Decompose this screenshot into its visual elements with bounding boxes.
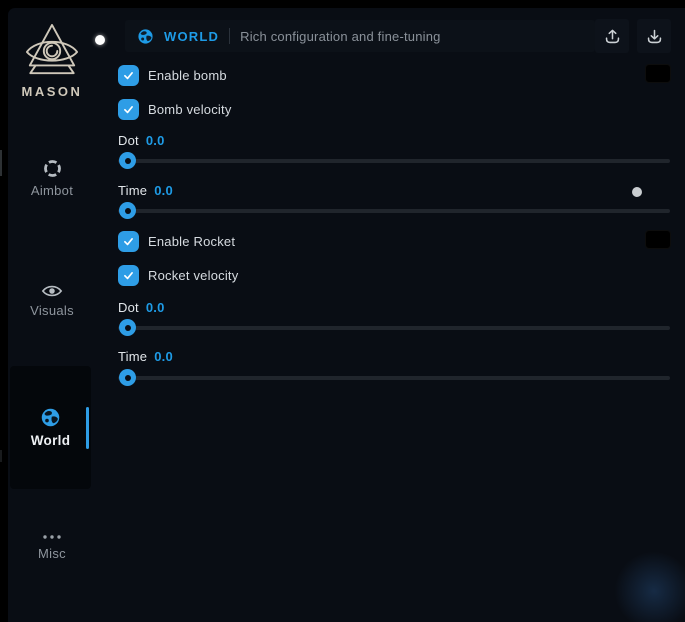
export-config-button[interactable] bbox=[595, 19, 629, 53]
check-icon bbox=[122, 103, 135, 116]
slider-thumb[interactable] bbox=[119, 369, 136, 386]
crosshair-icon bbox=[42, 158, 63, 179]
sidebar-item-world[interactable]: World bbox=[10, 366, 91, 489]
bomb-color-swatch[interactable] bbox=[645, 64, 671, 83]
checkbox[interactable] bbox=[118, 65, 139, 86]
cursor-dot bbox=[632, 187, 642, 197]
page-subtitle: Rich configuration and fine-tuning bbox=[240, 29, 440, 44]
toggle-label: Enable Rocket bbox=[148, 234, 235, 249]
slider-name: Time bbox=[118, 349, 147, 364]
checkbox[interactable] bbox=[118, 265, 139, 286]
screen-edge-artifact bbox=[0, 150, 2, 176]
check-icon bbox=[122, 69, 135, 82]
slider-thumb[interactable] bbox=[119, 202, 136, 219]
slider-track[interactable] bbox=[118, 376, 670, 380]
sidebar-item-misc[interactable]: Misc bbox=[12, 532, 92, 561]
mason-eye-pyramid-logo-icon bbox=[25, 22, 79, 80]
slider-label-row: Dot 0.0 bbox=[118, 132, 165, 148]
slider-value: 0.0 bbox=[154, 183, 173, 198]
download-icon bbox=[646, 28, 663, 45]
import-config-button[interactable] bbox=[637, 19, 671, 53]
slider-label-row: Time 0.0 bbox=[118, 182, 173, 198]
slider-value: 0.0 bbox=[146, 300, 165, 315]
checkbox[interactable] bbox=[118, 231, 139, 252]
page-title: WORLD bbox=[164, 29, 219, 44]
slider-rocket-time[interactable] bbox=[118, 369, 670, 386]
slider-bomb-time[interactable] bbox=[118, 202, 670, 219]
page-header: WORLD Rich configuration and fine-tuning bbox=[125, 20, 595, 52]
slider-rocket-dot[interactable] bbox=[118, 319, 670, 336]
sidebar-item-label: Aimbot bbox=[31, 183, 73, 198]
header-divider bbox=[229, 28, 230, 44]
slider-name: Time bbox=[118, 183, 147, 198]
checkbox[interactable] bbox=[118, 99, 139, 120]
toggle-enable-rocket[interactable]: Enable Rocket bbox=[118, 231, 235, 252]
globe-icon bbox=[40, 407, 61, 428]
slider-value: 0.0 bbox=[146, 133, 165, 148]
slider-value: 0.0 bbox=[154, 349, 173, 364]
rocket-color-swatch[interactable] bbox=[645, 230, 671, 249]
indicator-dot bbox=[95, 35, 105, 45]
check-icon bbox=[122, 269, 135, 282]
toggle-enable-bomb[interactable]: Enable bomb bbox=[118, 65, 227, 86]
check-icon bbox=[122, 235, 135, 248]
slider-thumb[interactable] bbox=[119, 319, 136, 336]
sidebar-item-label: Visuals bbox=[30, 303, 74, 318]
slider-track[interactable] bbox=[118, 159, 670, 163]
brand-logo: MASON bbox=[8, 22, 96, 99]
toggle-rocket-velocity[interactable]: Rocket velocity bbox=[118, 265, 238, 286]
slider-name: Dot bbox=[118, 133, 139, 148]
screen-edge-artifact bbox=[0, 450, 2, 462]
toggle-label: Bomb velocity bbox=[148, 102, 232, 117]
slider-label-row: Time 0.0 bbox=[118, 348, 173, 364]
slider-thumb[interactable] bbox=[119, 152, 136, 169]
app-window: MASON Aimbot Visuals bbox=[8, 8, 685, 622]
slider-track[interactable] bbox=[118, 326, 670, 330]
active-tab-indicator bbox=[86, 407, 89, 449]
screen: MASON Aimbot Visuals bbox=[0, 0, 685, 622]
sidebar-item-visuals[interactable]: Visuals bbox=[12, 283, 92, 318]
slider-name: Dot bbox=[118, 300, 139, 315]
toggle-label: Rocket velocity bbox=[148, 268, 238, 283]
sidebar-item-label: World bbox=[31, 433, 71, 448]
toggle-label: Enable bomb bbox=[148, 68, 227, 83]
slider-label-row: Dot 0.0 bbox=[118, 299, 165, 315]
ellipsis-icon bbox=[40, 532, 64, 542]
sidebar-item-label: Misc bbox=[38, 546, 66, 561]
eye-icon bbox=[41, 283, 63, 299]
slider-track[interactable] bbox=[118, 209, 670, 213]
upload-icon bbox=[604, 28, 621, 45]
toggle-bomb-velocity[interactable]: Bomb velocity bbox=[118, 99, 232, 120]
sidebar-item-aimbot[interactable]: Aimbot bbox=[12, 158, 92, 198]
globe-icon bbox=[137, 28, 154, 45]
slider-bomb-dot[interactable] bbox=[118, 152, 670, 169]
brand-name: MASON bbox=[8, 84, 96, 99]
